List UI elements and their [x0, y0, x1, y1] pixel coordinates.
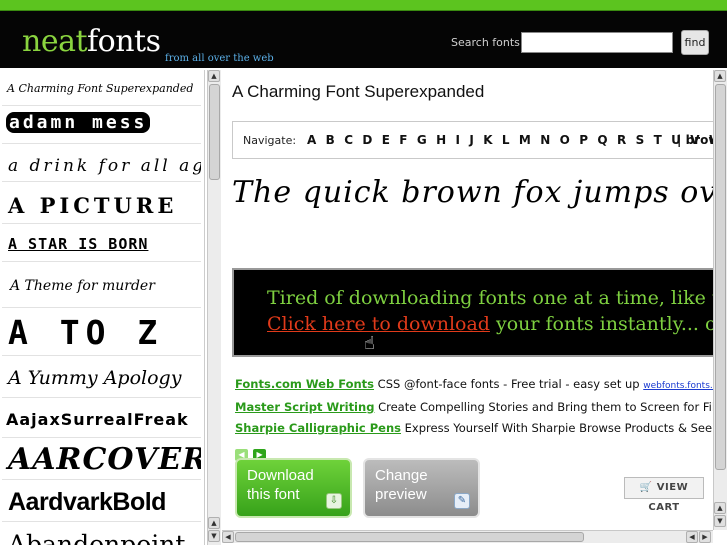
find-button[interactable]: find — [681, 30, 709, 55]
logo-part-2: fonts — [87, 24, 161, 59]
search-label: Search fonts: — [451, 36, 524, 49]
banner-line-2: Click here to download your fonts instan… — [267, 313, 713, 335]
download-icon: ⇩ — [326, 493, 342, 509]
scroll-right-icon[interactable]: ▶ — [699, 531, 711, 543]
font-list-item-label: Abandonpoint — [8, 530, 186, 545]
ad-row: Fonts.com Web Fonts CSS @font-face fonts… — [235, 377, 713, 391]
site-header: neatfonts from all over the web Search f… — [0, 11, 727, 68]
font-list-item-label: adamn mess — [6, 112, 151, 133]
font-list-item[interactable]: Abandonpoint — [2, 524, 201, 545]
font-list-item[interactable]: adamn mess — [2, 108, 201, 144]
scroll-left-icon[interactable]: ◀ — [222, 531, 234, 543]
horizontal-scrollbar[interactable]: ◀ ◀ ▶ — [222, 530, 713, 543]
browse-label: brows — [685, 133, 713, 147]
font-list-item[interactable]: A Charming Font Superexpanded — [2, 72, 201, 106]
browse-link[interactable]: | brows — [677, 133, 713, 147]
font-list-item-label: AARCOVER — [8, 442, 201, 477]
font-list-scrollbar[interactable]: ▲ ▲ ▼ — [207, 70, 221, 545]
banner-download-link[interactable]: Click here to download — [267, 313, 490, 335]
font-list-item-label: a drink for all ages — [8, 156, 201, 176]
site-logo[interactable]: neatfonts — [22, 24, 161, 59]
banner-line-1: Tired of downloading fonts one at a time… — [267, 287, 713, 309]
main-scrollbar[interactable]: ▲ ▲ ▼ — [713, 70, 727, 530]
scroll-down-icon[interactable]: ▼ — [714, 515, 726, 527]
scroll-up-icon[interactable]: ▲ — [714, 502, 726, 514]
download-font-button[interactable]: Download this font ⇩ — [235, 458, 352, 518]
font-list-item[interactable]: AardvarkBold — [2, 482, 201, 522]
hand-cursor-icon: ☝ — [364, 333, 375, 354]
font-list-item[interactable]: A PICTURE — [2, 188, 201, 224]
banner-line-2-rest: your fonts instantly... onl — [489, 313, 713, 335]
font-list-item-label: A STAR IS BORN — [8, 235, 149, 253]
font-list-item[interactable]: A Yummy Apology — [2, 358, 201, 398]
scrollbar-thumb[interactable] — [715, 84, 726, 470]
top-accent-stripe — [0, 0, 727, 11]
scrollbar-thumb[interactable] — [209, 84, 220, 180]
font-preview-sample: The quick brown fox jumps over the — [232, 175, 713, 210]
font-list-item[interactable]: AARCOVER — [2, 440, 201, 480]
font-list-item-label: A Yummy Apology — [8, 367, 182, 389]
scrollbar-thumb[interactable] — [235, 532, 584, 542]
font-list-item[interactable]: A STAR IS BORN — [2, 226, 201, 262]
font-list-item-label: A PICTURE — [8, 193, 178, 218]
font-list-item-label: AardvarkBold — [8, 488, 166, 516]
download-promo-banner[interactable]: Tired of downloading fonts one at a time… — [232, 268, 713, 357]
scroll-up-icon[interactable]: ▲ — [208, 70, 220, 82]
view-cart-button[interactable]: 🛒 VIEW CART — [624, 477, 704, 513]
scroll-up-icon[interactable]: ▲ — [714, 70, 726, 82]
change-label-line-1: Change — [375, 467, 428, 484]
cart-icon: 🛒 — [639, 482, 653, 493]
font-list-item[interactable]: A TO Z — [2, 310, 201, 356]
ad-url-link[interactable]: webfonts.fonts.com — [643, 381, 713, 391]
pencil-icon: ✎ — [454, 493, 470, 509]
cart-label: VIEW CART — [648, 482, 689, 513]
search-input[interactable] — [521, 32, 673, 53]
font-list-item[interactable]: A Theme for murder — [2, 264, 201, 308]
ad-text: Create Compelling Stories and Bring them… — [378, 400, 713, 414]
ad-row: Sharpie Calligraphic Pens Express Yourse… — [235, 421, 713, 435]
nav-separator: | — [677, 133, 682, 147]
change-preview-button[interactable]: Change preview ✎ — [363, 458, 480, 518]
font-list-item-label: A TO Z — [8, 313, 164, 352]
font-list-item[interactable]: a drink for all ages — [2, 146, 201, 182]
alphabet-navigation: Navigate: A B C D E F G H I J K L M N O … — [232, 121, 713, 159]
scroll-down-icon[interactable]: ▼ — [208, 530, 220, 542]
font-list-item[interactable]: AajaxSurrealFreak — [2, 400, 201, 438]
font-list-panel: A Charming Font Superexpanded adamn mess… — [0, 70, 205, 545]
ad-text: Express Yourself With Sharpie Browse Pro… — [404, 421, 713, 435]
font-detail-panel: A Charming Font Superexpanded Navigate: … — [222, 70, 713, 528]
ad-title-link[interactable]: Master Script Writing — [235, 400, 374, 414]
site-tagline: from all over the web — [165, 53, 274, 64]
scroll-left-icon[interactable]: ◀ — [686, 531, 698, 543]
download-label-line-1: Download — [247, 467, 314, 484]
font-list-item-label: AajaxSurrealFreak — [6, 410, 189, 429]
ad-title-link[interactable]: Fonts.com Web Fonts — [235, 377, 374, 391]
page-title: A Charming Font Superexpanded — [232, 82, 485, 101]
navigate-label: Navigate: — [243, 134, 297, 147]
ad-text: CSS @font-face fonts - Free trial - easy… — [374, 377, 644, 391]
alphabet-letters[interactable]: A B C D E F G H I J K L M N O P Q R S T … — [307, 133, 713, 147]
font-list-item-label: A Charming Font Superexpanded — [7, 82, 194, 95]
ad-row: Master Script Writing Create Compelling … — [235, 400, 713, 414]
ad-title-link[interactable]: Sharpie Calligraphic Pens — [235, 421, 401, 435]
logo-part-1: neat — [22, 24, 88, 59]
scroll-up-icon[interactable]: ▲ — [208, 517, 220, 529]
font-list-item-label: A Theme for murder — [10, 278, 155, 294]
